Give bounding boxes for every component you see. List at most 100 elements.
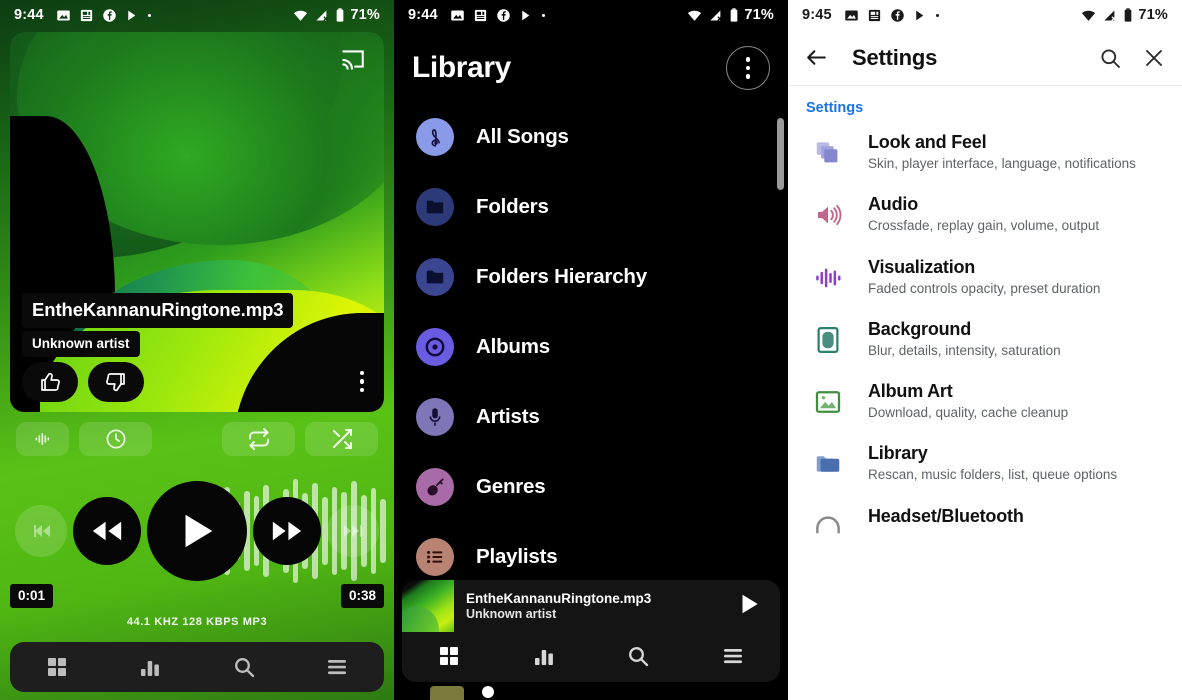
sidebar-item-folders-hierarchy[interactable]: Folders Hierarchy <box>394 242 788 312</box>
signal-off-icon <box>1104 10 1117 21</box>
settings-header: Settings <box>788 30 1182 86</box>
track-overflow-button[interactable] <box>359 370 364 392</box>
grid-icon <box>47 658 66 676</box>
sidebar-item-folders[interactable]: Folders <box>394 172 788 242</box>
facebook-icon <box>103 8 116 22</box>
sleep-timer-chip[interactable] <box>79 422 152 456</box>
nav-menu[interactable] <box>686 644 781 668</box>
headphones-icon <box>806 506 850 542</box>
track-artist: Unknown artist <box>22 331 140 357</box>
settings-item-audio[interactable]: Audio Crossfade, replay gain, volume, ou… <box>788 184 1182 246</box>
hamburger-icon <box>723 649 742 664</box>
settings-item-title: Library <box>868 443 928 464</box>
facebook-icon <box>891 8 904 22</box>
nav-menu[interactable] <box>291 655 385 679</box>
library-screen: 9:44 71% Library All Songs Folders Folde… <box>394 0 788 700</box>
settings-item-desc: Crossfade, replay gain, volume, output <box>868 218 1100 234</box>
play-icon <box>185 514 213 548</box>
settings-item-title: Audio <box>868 194 918 215</box>
nav-grid[interactable] <box>10 655 104 679</box>
cast-icon[interactable] <box>338 46 368 72</box>
album-art[interactable]: EntheKannanuRingtone.mp3 Unknown artist <box>10 32 384 412</box>
mini-player[interactable]: EntheKannanuRingtone.mp3 Unknown artist <box>402 580 780 682</box>
rewind-button[interactable] <box>73 497 141 565</box>
treble-clef-icon <box>416 118 454 156</box>
search-icon <box>234 658 254 678</box>
shuffle-chip[interactable] <box>305 422 378 456</box>
dot-icon <box>935 13 939 17</box>
sidebar-item-label: Albums <box>476 335 550 358</box>
skip-previous-button[interactable] <box>15 505 67 557</box>
fast-forward-button[interactable] <box>253 497 321 565</box>
play-icon <box>742 594 758 613</box>
player-option-chips <box>0 412 394 456</box>
background-peek <box>402 684 780 700</box>
thumbs-down-button[interactable] <box>88 362 144 402</box>
sidebar-item-label: Folders Hierarchy <box>476 265 647 288</box>
search-icon[interactable] <box>1098 46 1122 70</box>
dot-icon <box>147 13 151 17</box>
battery-icon <box>731 8 738 22</box>
settings-item-background[interactable]: Background Blur, details, intensity, sat… <box>788 309 1182 371</box>
settings-item-body: Background Blur, details, intensity, sat… <box>868 319 1061 359</box>
screenshot-root: 9:44 71% EntheKannanuRingtone.mp3 Unknow… <box>0 0 1182 700</box>
news-icon <box>868 9 880 21</box>
settings-item-desc: Blur, details, intensity, saturation <box>868 342 1061 358</box>
wifi-icon <box>1082 10 1096 21</box>
track-meta: EntheKannanuRingtone.mp3 Unknown artist <box>10 293 384 412</box>
settings-item-headset-bluetooth[interactable]: Headset/Bluetooth <box>788 496 1182 554</box>
shuffle-icon <box>332 429 352 449</box>
list-icon <box>416 538 454 576</box>
mini-play-button[interactable] <box>736 591 780 622</box>
nav-equalizer[interactable] <box>497 644 592 668</box>
nav-grid[interactable] <box>402 644 497 668</box>
sidebar-item-genres[interactable]: Genres <box>394 452 788 522</box>
mini-album-art <box>402 580 454 632</box>
library-scrollbar[interactable] <box>777 118 784 190</box>
settings-item-desc: Faded controls opacity, preset duration <box>868 280 1101 296</box>
settings-header-actions <box>1098 46 1166 70</box>
mini-player-text: EntheKannanuRingtone.mp3 Unknown artist <box>454 591 651 621</box>
status-bar-player: 9:44 71% <box>0 0 394 30</box>
status-notification-icons <box>56 8 153 23</box>
play-button[interactable] <box>147 481 247 581</box>
image-icon <box>451 10 464 20</box>
settings-item-desc: Download, quality, cache cleanup <box>868 405 1069 421</box>
equalizer-chip[interactable] <box>16 422 69 456</box>
back-arrow-icon[interactable] <box>804 45 838 70</box>
mini-track-title: EntheKannanuRingtone.mp3 <box>466 591 652 606</box>
track-title: EntheKannanuRingtone.mp3 <box>22 293 294 328</box>
thumbs-up-button[interactable] <box>22 362 78 402</box>
news-icon <box>474 9 486 21</box>
settings-item-title: Headset/Bluetooth <box>868 505 1024 526</box>
status-system-icons: 71% <box>1080 7 1168 23</box>
waveform-icon <box>806 257 850 297</box>
settings-item-look-and-feel[interactable]: Look and Feel Skin, player interface, la… <box>788 122 1182 184</box>
repeat-chip[interactable] <box>222 422 295 456</box>
signal-off-icon <box>710 10 723 21</box>
nav-equalizer[interactable] <box>104 655 198 679</box>
page-title: Settings <box>852 44 938 70</box>
library-overflow-button[interactable] <box>726 46 770 90</box>
nav-search[interactable] <box>591 644 686 668</box>
nav-search[interactable] <box>197 655 291 679</box>
page-title: Library <box>412 51 511 84</box>
sidebar-item-all-songs[interactable]: All Songs <box>394 102 788 172</box>
status-system-icons: 71% <box>686 7 774 23</box>
close-icon[interactable] <box>1142 46 1166 70</box>
battery-percent: 71% <box>1138 7 1168 23</box>
sidebar-item-label: Artists <box>476 405 540 428</box>
settings-item-library[interactable]: Library Rescan, music folders, list, que… <box>788 433 1182 495</box>
settings-item-album-art[interactable]: Album Art Download, quality, cache clean… <box>788 371 1182 433</box>
wifi-icon <box>294 10 308 21</box>
settings-item-visualization[interactable]: Visualization Faded controls opacity, pr… <box>788 247 1182 309</box>
sidebar-item-albums[interactable]: Albums <box>394 312 788 382</box>
settings-list: Look and Feel Skin, player interface, la… <box>788 122 1182 554</box>
settings-item-body: Album Art Download, quality, cache clean… <box>868 381 1068 421</box>
skip-next-button[interactable] <box>327 505 379 557</box>
equalizer-icon <box>35 433 49 445</box>
image-frame-icon <box>806 319 850 359</box>
sidebar-item-artists[interactable]: Artists <box>394 382 788 452</box>
transport-area: 0:01 0:38 <box>0 464 394 614</box>
clock-icon <box>105 429 126 449</box>
